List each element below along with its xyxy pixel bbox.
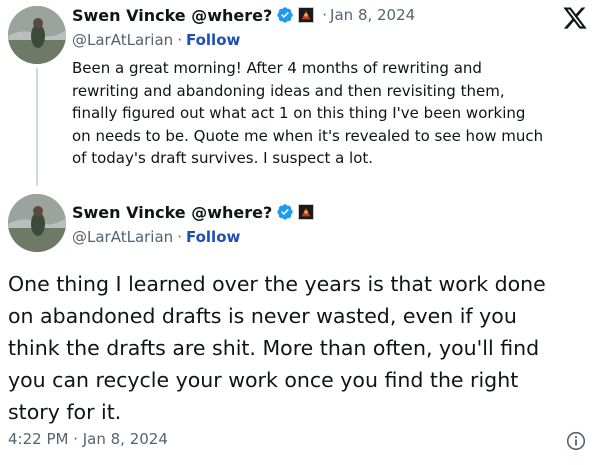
- x-logo-icon[interactable]: [562, 5, 588, 31]
- tweet-text-line: story for it.: [8, 400, 122, 424]
- tweet-text-line: of today's draft survives. I suspect a l…: [72, 149, 374, 167]
- tweet-header: Swen Vincke @where?: [72, 200, 315, 224]
- separator-dot: ·: [177, 228, 182, 246]
- tweet-text-line: on needs to be. Quote me when it's revea…: [72, 126, 544, 145]
- avatar[interactable]: [8, 6, 66, 64]
- handle[interactable]: @LarAtLarian: [72, 228, 173, 246]
- handle[interactable]: @LarAtLarian: [72, 31, 173, 49]
- tweet-text-line: rewriting and abandoning ideas and then …: [72, 81, 505, 100]
- display-name[interactable]: Swen Vincke @where?: [72, 203, 272, 222]
- avatar-image: [8, 194, 66, 252]
- tweet-text-line: One thing I learned over the years is th…: [8, 272, 546, 296]
- tweet-text-line: finally figured out what act 1 on this t…: [72, 104, 526, 122]
- tweet-text-line: you can recycle your work once you find …: [8, 368, 519, 392]
- main-tweet-text: One thing I learned over the years is th…: [8, 268, 593, 428]
- tweet-text-line: on abandoned drafts is never wasted, eve…: [8, 304, 517, 328]
- tweet-text-line: Been a great morning! After 4 months of …: [72, 59, 482, 77]
- handle-row: @LarAtLarian · Follow: [72, 228, 240, 246]
- tweet-header: Swen Vincke @where? · Jan 8, 2024: [72, 3, 415, 27]
- tweet-timestamp[interactable]: 4:22 PM · Jan 8, 2024: [8, 430, 168, 448]
- affiliate-badge-icon[interactable]: [298, 7, 315, 23]
- verified-badge-icon[interactable]: [276, 203, 294, 221]
- separator-dot: ·: [177, 31, 182, 49]
- quoted-tweet-text: Been a great morning! After 4 months of …: [72, 57, 592, 170]
- display-name[interactable]: Swen Vincke @where?: [72, 6, 272, 25]
- tweet-text-line: think the drafts are shit. More than oft…: [8, 336, 540, 360]
- follow-button[interactable]: Follow: [186, 31, 240, 49]
- affiliate-badge-icon[interactable]: [298, 204, 315, 220]
- verified-badge-icon[interactable]: [276, 6, 294, 24]
- follow-button[interactable]: Follow: [186, 228, 240, 246]
- avatar-image: [8, 6, 66, 64]
- handle-row: @LarAtLarian · Follow: [72, 31, 240, 49]
- avatar[interactable]: [8, 194, 66, 252]
- separator-dot: ·: [322, 6, 328, 24]
- info-icon[interactable]: [566, 431, 586, 451]
- thread-connector-line: [36, 68, 38, 186]
- tweet-date[interactable]: Jan 8, 2024: [330, 6, 415, 24]
